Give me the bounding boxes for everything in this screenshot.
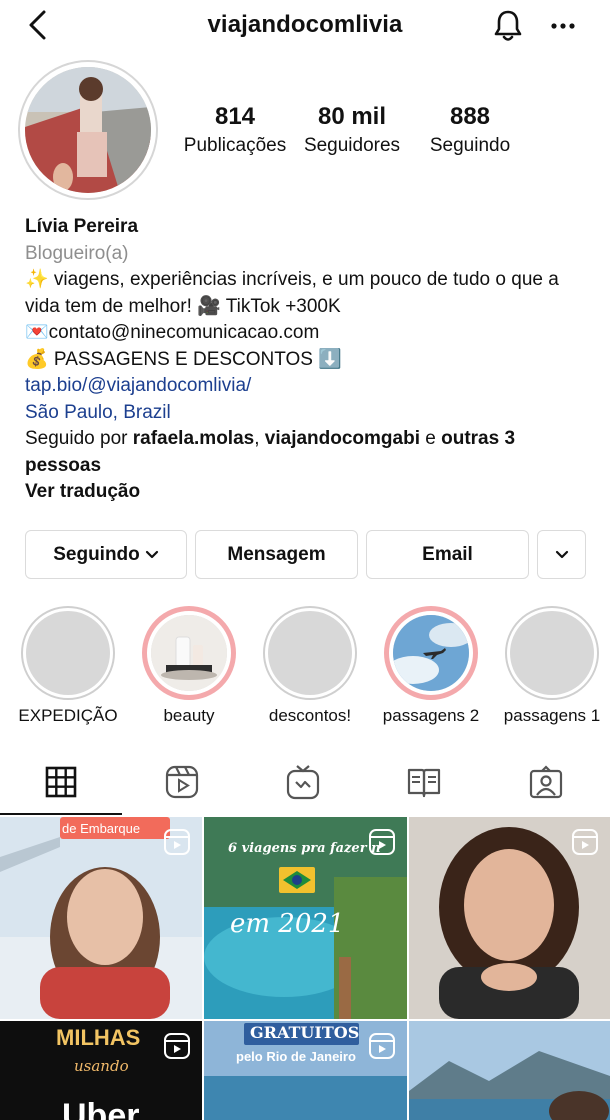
- profile-bio: Lívia Pereira Blogueiro(a) ✨ viagens, ex…: [25, 214, 595, 506]
- followers-count-label: Seguidores: [303, 135, 401, 156]
- bell-icon: [494, 10, 522, 41]
- profile-header: viajandocomlivia: [0, 0, 610, 54]
- followed-by-prefix: Seguido por: [25, 428, 133, 449]
- post-caption: GRATUITOS: [250, 1023, 360, 1042]
- tab-guides[interactable]: [404, 762, 444, 802]
- highlight-cover: [26, 611, 110, 695]
- grid-icon: [45, 766, 77, 798]
- post-caption: 6 viagens pra fazer n: [228, 841, 381, 856]
- story-highlight[interactable]: beauty: [141, 606, 237, 726]
- post-thumbnail[interactable]: [409, 817, 610, 1019]
- avatar-photo: [25, 67, 151, 193]
- story-highlight[interactable]: passagens 1: [504, 606, 600, 726]
- highlight-ring: [142, 606, 236, 700]
- tagged-icon: [529, 765, 563, 799]
- tab-igtv[interactable]: [283, 762, 323, 802]
- posts-count-value: 814: [214, 103, 256, 130]
- profile-category: Blogueiro(a): [25, 242, 129, 264]
- highlight-cover: [268, 611, 352, 695]
- post-caption: Uber: [62, 1097, 140, 1120]
- notifications-button[interactable]: [490, 8, 526, 44]
- bio-description: ✨ viagens, experiências incríveis, e um …: [25, 269, 559, 317]
- message-button[interactable]: Mensagem: [195, 530, 358, 579]
- followed-by-separator: ,: [254, 428, 265, 449]
- highlight-ring: [263, 606, 357, 700]
- reels-icon: [572, 829, 598, 855]
- tab-grid[interactable]: [41, 762, 81, 802]
- highlight-ring: [21, 606, 115, 700]
- active-tab-indicator: [0, 813, 122, 815]
- profile-avatar[interactable]: [18, 60, 158, 200]
- following-count-value: 888: [449, 103, 491, 130]
- post-caption: MILHAS: [56, 1025, 141, 1050]
- bio-location[interactable]: São Paulo, Brazil: [25, 400, 595, 427]
- followed-by-and: e: [419, 428, 442, 449]
- following-button-label: Seguindo: [53, 543, 140, 565]
- bio-deals: 💰 PASSAGENS E DESCONTOS ⬇️: [25, 348, 342, 370]
- highlight-label: passagens 2: [382, 706, 480, 725]
- following-button[interactable]: Seguindo: [25, 530, 187, 579]
- reels-icon: [369, 1033, 395, 1059]
- bio-link[interactable]: tap.bio/@viajandocomlivia/: [25, 373, 595, 400]
- post-thumbnail[interactable]: de Embarque: [0, 817, 202, 1019]
- bio-contact: 💌contato@ninecomunicacao.com: [25, 322, 320, 343]
- followers-count[interactable]: 80 mil Seguidores: [296, 103, 408, 157]
- posts-count[interactable]: 814 Publicações: [178, 103, 292, 157]
- more-horizontal-icon: [551, 23, 575, 29]
- post-caption: de Embarque: [62, 821, 141, 836]
- post-thumbnail[interactable]: MILHAS usando Uber: [0, 1021, 202, 1120]
- followed-by-user: viajandocomgabi: [264, 428, 420, 449]
- followed-by-user: rafaela.molas: [132, 428, 255, 449]
- post-caption: pelo Rio de Janeiro: [236, 1049, 356, 1064]
- guides-icon: [407, 768, 441, 798]
- highlight-label: passagens 1: [503, 706, 601, 725]
- profile-stats: 814 Publicações 80 mil Seguidores 888 Se…: [178, 103, 528, 163]
- story-highlight[interactable]: passagens 2: [383, 606, 479, 726]
- highlight-ring: [505, 606, 599, 700]
- suggested-accounts-button[interactable]: [537, 530, 586, 579]
- highlight-ring: [384, 606, 478, 700]
- reels-icon: [164, 1033, 190, 1059]
- highlight-cover: [393, 615, 469, 691]
- followed-by[interactable]: Seguido por rafaela.molas, viajandocomga…: [25, 426, 595, 479]
- reels-icon: [164, 829, 190, 855]
- post-thumbnail[interactable]: [409, 1021, 610, 1120]
- tab-reels[interactable]: [162, 762, 202, 802]
- highlight-cover: [510, 611, 594, 695]
- highlight-label: descontos!: [268, 706, 352, 725]
- chevron-down-icon: [145, 550, 158, 558]
- following-count-label: Seguindo: [429, 135, 511, 156]
- reels-icon: [369, 829, 395, 855]
- post-caption: usando: [74, 1057, 129, 1075]
- highlight-label: EXPEDIÇÃO: [18, 706, 118, 725]
- posts-count-label: Publicações: [183, 135, 287, 156]
- profile-name: Lívia Pereira: [25, 216, 139, 237]
- post-thumbnail[interactable]: GRATUITOS pelo Rio de Janeiro: [204, 1021, 407, 1120]
- followers-count-value: 80 mil: [317, 103, 387, 130]
- translate-link[interactable]: Ver tradução: [25, 479, 595, 506]
- story-highlight[interactable]: EXPEDIÇÃO: [18, 606, 118, 726]
- following-count[interactable]: 888 Seguindo: [418, 103, 522, 157]
- highlight-cover: [151, 615, 227, 691]
- tab-tagged[interactable]: [526, 762, 566, 802]
- highlight-label: beauty: [163, 706, 215, 725]
- story-highlight[interactable]: descontos!: [262, 606, 358, 726]
- chevron-down-icon: [555, 550, 568, 558]
- igtv-icon: [286, 765, 320, 800]
- reels-icon: [165, 765, 199, 799]
- email-button[interactable]: Email: [366, 530, 529, 579]
- more-options-button[interactable]: [545, 8, 581, 44]
- post-thumbnail[interactable]: 6 viagens pra fazer n em 2021: [204, 817, 407, 1019]
- post-caption: em 2021: [230, 909, 345, 939]
- profile-tabs: [0, 750, 610, 815]
